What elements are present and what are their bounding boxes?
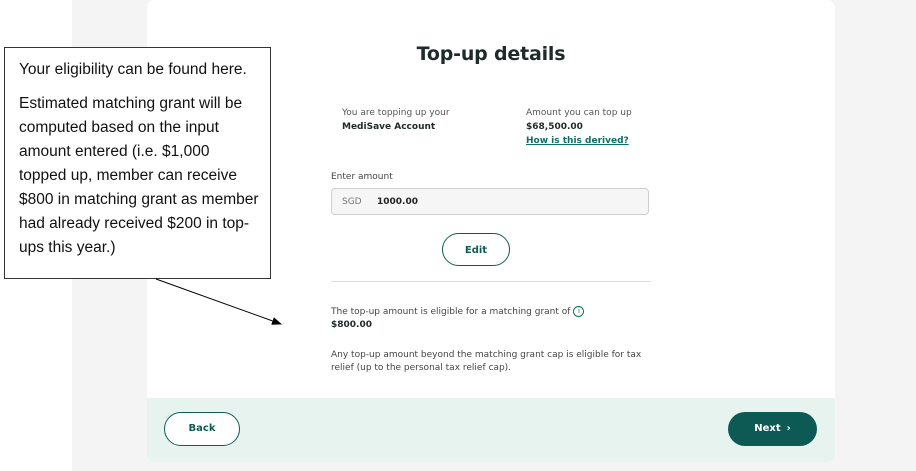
- account-value: MediSave Account: [342, 122, 436, 132]
- footer-bar: Back Next ›: [147, 398, 835, 462]
- edit-button[interactable]: Edit: [442, 233, 510, 266]
- currency-prefix: SGD: [342, 197, 362, 207]
- next-button[interactable]: Next ›: [728, 412, 817, 446]
- chevron-right-icon: ›: [786, 423, 791, 434]
- annotation-callout: Your eligibility can be found here. Esti…: [4, 47, 271, 279]
- amount-field-label: Enter amount: [331, 172, 393, 182]
- info-icon[interactable]: i: [573, 306, 585, 317]
- limit-label: Amount you can top up: [526, 108, 632, 118]
- callout-line-1: Your eligibility can be found here.: [19, 61, 247, 78]
- amount-value: 1000.00: [377, 197, 418, 207]
- amount-input[interactable]: SGD 1000.00: [331, 188, 649, 215]
- tax-relief-text: Any top-up amount beyond the matching gr…: [331, 350, 642, 373]
- grant-value: $800.00: [331, 320, 372, 330]
- limit-value: $68,500.00: [526, 122, 583, 132]
- callout-line-2: Estimated matching grant will be compute…: [19, 95, 259, 256]
- divider: [331, 281, 651, 282]
- grant-text-label: The top-up amount is eligible for a matc…: [331, 307, 571, 317]
- grant-eligibility-text: The top-up amount is eligible for a matc…: [331, 306, 585, 317]
- back-button[interactable]: Back: [164, 412, 240, 446]
- account-label: You are topping up your: [342, 108, 450, 118]
- next-button-label: Next: [754, 423, 781, 434]
- how-derived-link[interactable]: How is this derived?: [526, 136, 629, 146]
